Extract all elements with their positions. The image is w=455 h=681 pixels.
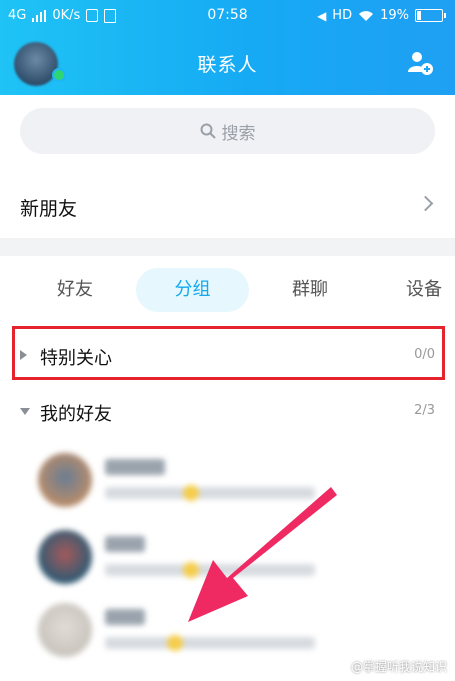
page-title: 联系人 xyxy=(197,54,258,76)
top-header: 4G 0K/s 07:58 ◀ HD 19% 联系人 xyxy=(0,0,455,95)
section-divider xyxy=(0,238,455,256)
search-bar[interactable]: 搜索 xyxy=(20,108,435,154)
group-count: 2/3 xyxy=(414,403,435,418)
add-contact-icon[interactable] xyxy=(407,50,433,76)
new-friends-label: 新朋友 xyxy=(20,198,78,220)
contact-status xyxy=(105,485,315,501)
tab-groups[interactable]: 分组 xyxy=(136,268,249,312)
contact-item[interactable] xyxy=(0,445,455,515)
contact-avatar xyxy=(38,530,92,584)
hd-indicator: HD xyxy=(332,8,353,23)
contact-item[interactable] xyxy=(0,522,455,592)
new-friends-row[interactable]: 新朋友 xyxy=(0,176,455,236)
contact-tabs: 好友 分组 群聊 设备 xyxy=(0,268,455,318)
search-placeholder: 搜索 xyxy=(221,123,256,144)
chevron-right-icon xyxy=(417,195,434,212)
battery-icon xyxy=(415,9,446,22)
contact-status xyxy=(105,635,315,651)
mute-icon: ◀ xyxy=(317,8,327,23)
battery-percent: 19% xyxy=(380,8,409,23)
contact-avatar xyxy=(38,453,92,507)
tab-group-chats[interactable]: 群聊 xyxy=(272,268,348,312)
contact-avatar xyxy=(38,603,92,657)
contact-name xyxy=(105,609,145,625)
contact-status xyxy=(105,562,315,578)
tab-friends[interactable]: 好友 xyxy=(40,268,110,312)
contact-item[interactable] xyxy=(0,595,455,665)
highlight-box xyxy=(12,326,445,380)
tab-devices[interactable]: 设备 xyxy=(393,268,455,312)
search-icon xyxy=(200,123,216,139)
watermark: @掌握听我说知识 xyxy=(350,660,447,674)
contact-name xyxy=(105,459,165,475)
status-bar: 4G 0K/s 07:58 ◀ HD 19% xyxy=(0,0,455,32)
wifi-icon xyxy=(359,10,374,21)
contact-name xyxy=(105,536,145,552)
group-name: 我的好友 xyxy=(40,404,112,425)
triangle-down-icon xyxy=(20,408,30,415)
group-my-friends[interactable]: 我的好友 2/3 xyxy=(0,392,455,432)
